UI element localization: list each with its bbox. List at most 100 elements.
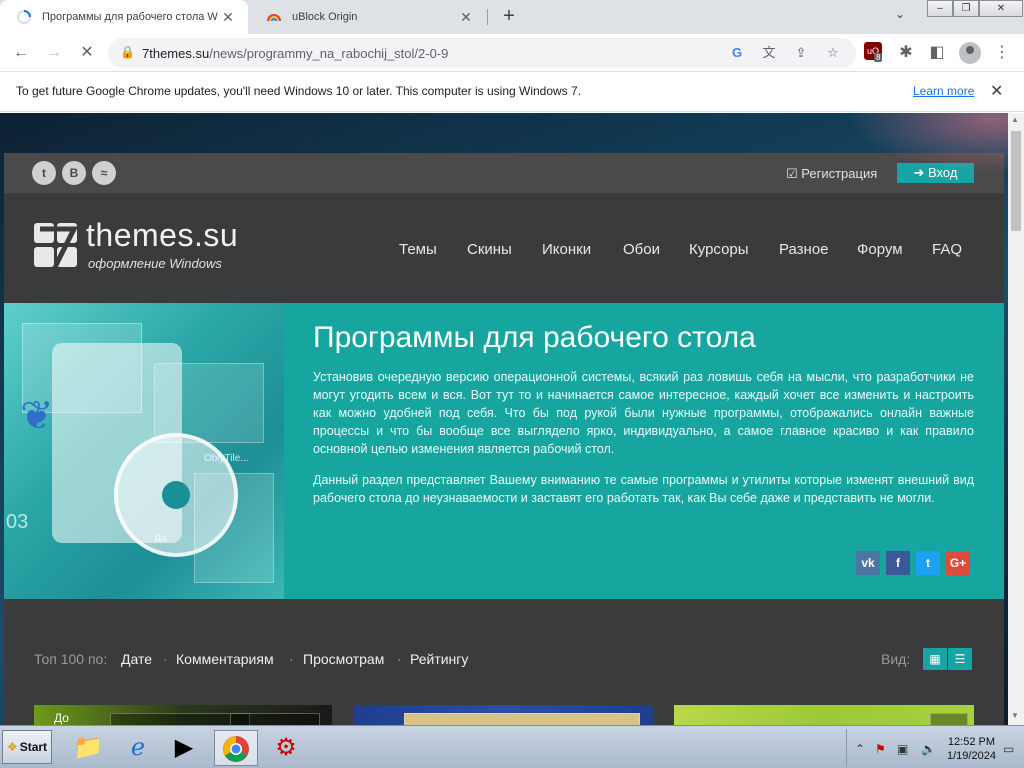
share-facebook-icon[interactable]: f — [886, 551, 910, 575]
illustration-tile-label: OblyTile... — [204, 453, 249, 464]
hero-illustration: ❦ 03 OblyTile... Да — [4, 303, 284, 599]
scroll-down-icon[interactable]: ▼ — [1011, 711, 1019, 720]
vk-icon[interactable]: B — [62, 161, 86, 185]
menu-kebab-icon[interactable]: ⋮ — [992, 43, 1012, 63]
internet-explorer-icon[interactable]: ℯ — [116, 730, 160, 766]
clock-time: 12:52 PM — [947, 736, 996, 748]
list-view-icon[interactable]: ☰ — [948, 648, 972, 670]
share-googleplus-icon[interactable]: G+ — [946, 551, 970, 575]
learn-more-link[interactable]: Learn more — [913, 84, 974, 98]
thumbnail-card[interactable] — [674, 705, 974, 725]
chrome-taskbar-icon[interactable] — [214, 730, 258, 766]
update-infobar: To get future Google Chrome updates, you… — [0, 72, 1024, 112]
volume-icon[interactable]: 🔈 — [921, 742, 936, 756]
twitter-icon[interactable]: t — [32, 161, 56, 185]
start-button[interactable]: ❖ Start — [2, 730, 52, 764]
screen: Программы для рабочего стола W ✕ uBlock … — [0, 0, 1024, 768]
side-panel-icon[interactable]: ◧ — [927, 43, 947, 63]
profile-avatar[interactable] — [959, 42, 981, 64]
sort-separator: · — [289, 651, 294, 667]
page-viewport: t B ≈ ☑ Регистрация ➜ Вход themes.su офо — [0, 113, 1008, 725]
address-bar[interactable]: 🔒 7themes.su/news/programmy_na_rabochij_… — [108, 38, 856, 68]
google-lens-icon[interactable]: G — [728, 44, 746, 62]
logo-subtitle: оформление Windows — [88, 256, 222, 271]
illustration-da-label: Да — [154, 533, 167, 544]
sort-separator: · — [163, 651, 168, 667]
network-icon[interactable]: ▣ — [897, 742, 908, 756]
tab-divider — [487, 9, 488, 25]
logo-mark-icon[interactable] — [34, 223, 78, 269]
grid-view-icon[interactable]: ▦ — [923, 648, 947, 670]
translate-icon[interactable]: 文 — [760, 44, 778, 62]
windows-flag-icon: ❖ — [6, 740, 18, 754]
forward-icon[interactable]: → — [44, 43, 64, 63]
sort-by-rating[interactable]: Рейтингу — [410, 651, 468, 667]
scrollbar-thumb[interactable] — [1011, 131, 1021, 231]
tab-strip: Программы для рабочего стола W ✕ uBlock … — [0, 0, 1024, 34]
lock-icon[interactable]: 🔒 — [120, 45, 135, 59]
show-desktop-icon[interactable]: ▭ — [1003, 742, 1014, 756]
nav-item-temy[interactable]: Темы — [399, 241, 437, 258]
butterfly-icon: ❦ — [20, 394, 54, 438]
page-title: Программы для рабочего стола — [313, 321, 756, 354]
view-label: Вид: — [881, 651, 911, 667]
close-window-button[interactable]: ✕ — [979, 0, 1023, 17]
maximize-button[interactable]: ❐ — [953, 0, 979, 17]
scroll-up-icon[interactable]: ▲ — [1011, 115, 1019, 124]
media-player-icon[interactable]: ▶ — [162, 730, 206, 766]
tab-title: uBlock Origin — [292, 11, 358, 23]
site-header: themes.su оформление Windows Темы Скины … — [4, 193, 1004, 303]
register-link[interactable]: ☑ Регистрация — [786, 166, 877, 182]
tab-title: Программы для рабочего стола W — [42, 11, 218, 23]
stop-loading-icon[interactable]: ✕ — [77, 43, 97, 63]
nav-item-faq[interactable]: FAQ — [932, 241, 962, 258]
thumbnail-caption: До — [54, 711, 69, 725]
rainbow-favicon-icon — [267, 14, 281, 22]
clock-date: 1/19/2024 — [947, 750, 996, 762]
start-label: Start — [19, 740, 48, 754]
tab-close-icon[interactable]: ✕ — [456, 9, 476, 26]
clock[interactable]: 12:52 PM 1/19/2024 — [947, 735, 996, 763]
tab-ublock[interactable]: uBlock Origin ✕ — [250, 0, 486, 34]
sort-by-comments[interactable]: Комментариям — [176, 651, 274, 667]
infobar-message: To get future Google Chrome updates, you… — [16, 84, 582, 98]
nav-item-oboi[interactable]: Обои — [623, 241, 660, 258]
tab-close-icon[interactable]: ✕ — [218, 9, 238, 26]
share-vk-icon[interactable]: vk — [856, 551, 880, 575]
bookmark-star-icon[interactable]: ☆ — [824, 44, 842, 62]
app-gear-icon[interactable]: ⚙ — [264, 730, 308, 766]
chrome-logo-icon — [223, 736, 249, 762]
login-button[interactable]: ➜ Вход — [897, 163, 974, 183]
page-scrollbar[interactable]: ▲ ▼ — [1008, 113, 1024, 725]
loading-spinner-icon — [17, 10, 31, 24]
logo-text[interactable]: themes.su — [86, 217, 238, 254]
nav-item-ikonki[interactable]: Иконки — [542, 241, 591, 258]
windows-taskbar: ❖ Start 📁 ℯ ▶ ⚙ ⌃ ⚑ ▣ 🔈 12:52 PM 1/19/202… — [0, 725, 1024, 768]
share-twitter-icon[interactable]: t — [916, 551, 940, 575]
hero-paragraph-1: Установив очередную версию операционной … — [313, 370, 974, 456]
minimize-button[interactable]: – — [927, 0, 953, 17]
rss-icon[interactable]: ≈ — [92, 161, 116, 185]
tab-programmy[interactable]: Программы для рабочего стола W ✕ — [0, 0, 248, 34]
nav-item-raznoe[interactable]: Разное — [779, 241, 829, 258]
extensions-puzzle-icon[interactable]: ✱ — [896, 43, 916, 63]
hero-section: ❦ 03 OblyTile... Да Программы для рабоче… — [4, 303, 1004, 599]
thumbnail-card[interactable] — [354, 705, 654, 725]
system-tray: ⌃ ⚑ ▣ 🔈 12:52 PM 1/19/2024 ▭ — [846, 729, 1022, 767]
nav-item-forum[interactable]: Форум — [857, 241, 903, 258]
tray-expand-icon[interactable]: ⌃ — [855, 742, 865, 756]
new-tab-button[interactable]: + — [498, 5, 520, 27]
action-center-icon[interactable]: ⚑ — [875, 742, 886, 756]
share-icon[interactable]: ⇪ — [792, 44, 810, 62]
illustration-number: 03 — [6, 511, 29, 533]
url-text[interactable]: 7themes.su/news/programmy_na_rabochij_st… — [142, 46, 448, 61]
sort-by-date[interactable]: Дате — [121, 651, 152, 667]
back-icon[interactable]: ← — [11, 43, 31, 63]
nav-item-skiny[interactable]: Скины — [467, 241, 512, 258]
file-explorer-icon[interactable]: 📁 — [66, 730, 110, 766]
thumbnail-card[interactable]: До — [34, 705, 332, 725]
sort-by-views[interactable]: Просмотрам — [303, 651, 384, 667]
tab-search-icon[interactable]: ⌄ — [895, 7, 905, 21]
nav-item-kursory[interactable]: Курсоры — [689, 241, 749, 258]
infobar-close-icon[interactable]: ✕ — [990, 81, 1003, 101]
